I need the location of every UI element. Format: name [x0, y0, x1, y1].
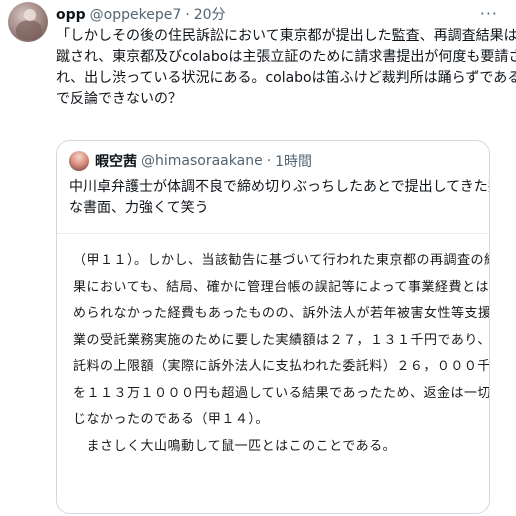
quoted-text-line: な書面、力強くて笑う — [69, 200, 209, 216]
attached-document-image[interactable]: （甲１１）。しかし、当該勧告に基づいて行われた東京都の再調査の結 果においても、… — [57, 233, 490, 513]
quoted-tweet-header: 暇空茜 @himasoraakane · 1時間 — [69, 151, 312, 171]
document-text: （甲１１）。しかし、当該勧告に基づいて行われた東京都の再調査の結 果においても、… — [73, 248, 490, 460]
quoted-user-handle[interactable]: @himasoraakane — [141, 153, 263, 169]
tweet-text-line: 蹴され、東京都及びcolaboは主張立証のために請求書提出が何度も要請さ — [56, 49, 516, 65]
document-line: まさしく大山鳴動して鼠一匹とはこのことである。 — [73, 438, 397, 454]
tweet-text-line: で反論できないの？ — [56, 91, 182, 107]
document-line: 果においても、結局、確かに管理台帳の誤記等によって事業経費とは認 — [73, 279, 490, 295]
document-line: 託料の上限額（実際に訴外法人に支払われた委託料）２６，０００千円 — [73, 359, 490, 374]
document-line: められなかった経費もあったものの、訴外法人が若年被害女性等支援事 — [73, 306, 490, 321]
avatar-shape — [16, 20, 42, 40]
quoted-avatar[interactable] — [69, 151, 89, 171]
separator-dot: · — [266, 153, 272, 169]
quoted-display-name[interactable]: 暇空茜 — [95, 151, 137, 171]
tweet-text-line: 「しかしその後の住民訴訟において東京都が提出した監査、再調査結果は一 — [56, 28, 516, 44]
avatar[interactable] — [8, 2, 48, 42]
quoted-timestamp[interactable]: 1時間 — [275, 151, 312, 171]
document-line: じなかったのである（甲１４）。 — [73, 412, 269, 427]
timestamp[interactable]: 20分 — [194, 4, 226, 24]
tweet-text-line: れ、出し渋っている状況にある。colaboは笛ふけど裁判所は踊らずである」 — [56, 70, 516, 86]
document-line: 業の受託業務実施のために要した実績額は２７，１３１千円であり、委 — [73, 332, 490, 348]
tweet-text: 「しかしその後の住民訴訟において東京都が提出した監査、再調査結果は一 蹴され、東… — [56, 26, 516, 110]
document-line: を１１３万１０００円も超過している結果であったため、返金は一切生 — [73, 385, 490, 401]
document-line: （甲１１）。しかし、当該勧告に基づいて行われた東京都の再調査の結 — [73, 253, 490, 268]
display-name[interactable]: opp — [56, 7, 86, 23]
quoted-tweet-text: 中川卓弁護士が体調不良で締め切りぶっちしたあとで提出してきた完璧 な書面、力強く… — [69, 177, 490, 219]
avatar-shape — [24, 9, 36, 21]
more-options-icon[interactable]: ··· — [480, 4, 498, 23]
quoted-tweet[interactable]: 暇空茜 @himasoraakane · 1時間 中川卓弁護士が体調不良で締め切… — [56, 140, 490, 514]
user-handle[interactable]: @oppekepe7 — [90, 7, 182, 23]
tweet[interactable]: opp @oppekepe7 · 20分 ··· 「しかしその後の住民訴訟におい… — [0, 0, 516, 516]
separator-dot: · — [185, 7, 190, 23]
tweet-header: opp @oppekepe7 · 20分 — [56, 4, 226, 24]
quoted-text-line: 中川卓弁護士が体調不良で締め切りぶっちしたあとで提出してきた完璧 — [69, 179, 490, 195]
